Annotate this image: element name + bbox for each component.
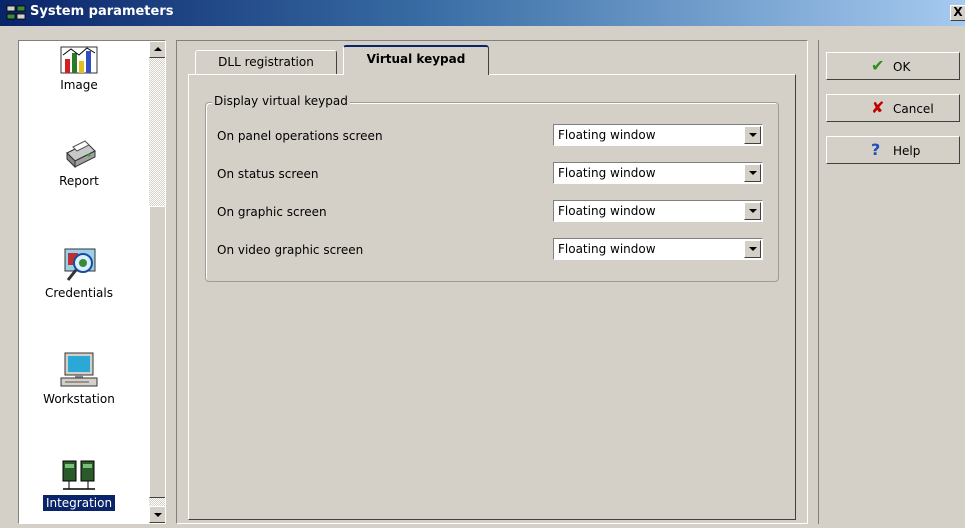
dropdown-button[interactable] xyxy=(744,164,761,182)
status-screen-label: On status screen xyxy=(217,167,319,181)
sidebar-item-image[interactable]: Image xyxy=(19,45,139,93)
dropdown-button[interactable] xyxy=(744,202,761,220)
x-icon: ✘ xyxy=(871,98,885,117)
sidebar-item-label: Integration xyxy=(41,494,117,512)
sidebar-item-label: Workstation xyxy=(43,392,115,406)
ok-label: OK xyxy=(893,60,911,74)
status-screen-select[interactable]: Floating window xyxy=(553,162,763,184)
group-title: Display virtual keypad xyxy=(212,94,350,108)
checkmark-icon: ✔ xyxy=(871,56,885,75)
panel-operations-label: On panel operations screen xyxy=(217,129,383,143)
scrollbar-thumb[interactable] xyxy=(149,206,165,498)
title-bar: System parameters X xyxy=(0,0,965,26)
scroll-up-button[interactable] xyxy=(149,41,165,58)
network-panels-icon xyxy=(62,460,95,490)
sidebar-item-integration[interactable]: Integration xyxy=(19,457,139,512)
select-value: Floating window xyxy=(558,128,656,142)
sidebar-item-workstation[interactable]: Workstation xyxy=(19,351,139,407)
chevron-down-icon xyxy=(749,133,757,137)
vertical-scrollbar[interactable] xyxy=(149,41,165,523)
graphic-screen-select[interactable]: Floating window xyxy=(553,200,763,222)
tab-dll-registration[interactable]: DLL registration xyxy=(195,50,337,74)
select-value: Floating window xyxy=(558,166,656,180)
credentials-magnifier-icon xyxy=(64,248,96,281)
sidebar-item-label: Credentials xyxy=(44,286,113,300)
scroll-down-button[interactable] xyxy=(149,506,165,523)
dropdown-button[interactable] xyxy=(744,240,761,258)
chevron-down-icon xyxy=(749,171,757,175)
printer-icon xyxy=(66,140,96,169)
chevron-down-icon xyxy=(749,209,757,213)
video-graphic-screen-label: On video graphic screen xyxy=(217,243,364,257)
arrow-up-icon xyxy=(154,47,162,51)
arrow-down-icon xyxy=(154,513,162,517)
sidebar-item-label: Image xyxy=(60,78,98,92)
select-value: Floating window xyxy=(558,242,656,256)
computer-icon xyxy=(60,352,98,387)
window-title: System parameters xyxy=(30,4,174,19)
select-value: Floating window xyxy=(558,204,656,218)
sidebar-item-report[interactable]: Report xyxy=(19,133,139,189)
panel-operations-select[interactable]: Floating window xyxy=(553,124,763,146)
ok-button[interactable]: ✔ OK xyxy=(826,52,960,80)
system-parameters-icon xyxy=(6,5,26,20)
cancel-button[interactable]: ✘ Cancel xyxy=(826,94,960,122)
tab-virtual-keypad[interactable]: Virtual keypad xyxy=(343,45,489,75)
graphic-screen-label: On graphic screen xyxy=(217,205,327,219)
close-button[interactable]: X xyxy=(950,5,965,21)
help-button[interactable]: ? Help xyxy=(826,136,960,164)
help-label: Help xyxy=(893,144,921,158)
sidebar-item-credentials[interactable]: Credentials xyxy=(19,245,139,301)
question-mark-icon: ? xyxy=(871,140,881,159)
cancel-label: Cancel xyxy=(893,102,934,116)
sidebar-item-label: Report xyxy=(59,174,99,188)
chevron-down-icon xyxy=(749,247,757,251)
image-chart-icon xyxy=(60,46,98,74)
category-list: Image Report Credentials Workstation Int… xyxy=(18,40,166,524)
dropdown-button[interactable] xyxy=(744,126,761,144)
video-graphic-screen-select[interactable]: Floating window xyxy=(553,238,763,260)
